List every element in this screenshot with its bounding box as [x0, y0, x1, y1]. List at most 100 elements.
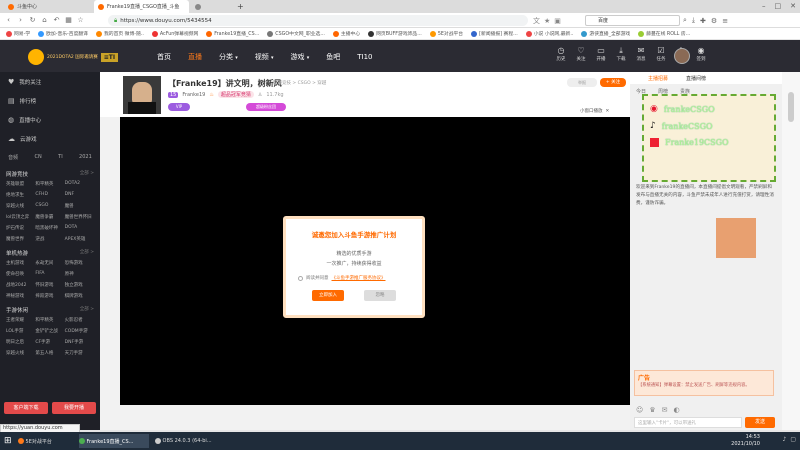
grid-icon[interactable]: ▦ [64, 16, 73, 25]
sidebar-item-follow[interactable]: ♥ 我的关注 [0, 72, 100, 91]
history-icon[interactable]: ◷ 历史 [552, 46, 570, 62]
bookmark-item[interactable]: 小说 小说网,最新.. [525, 30, 573, 37]
address-bar[interactable]: 🔒︎ https://www.douyu.com/5434554 [108, 15, 528, 26]
extension-icon[interactable]: ▣ [554, 17, 561, 25]
sidebar-item-live-center[interactable]: ◍ 直播中心 [0, 110, 100, 129]
sidebar-tag[interactable]: 音频 [8, 154, 18, 161]
sidebar-game-link[interactable]: CF手游 [35, 339, 64, 345]
settings-icon[interactable]: ⚙ [711, 17, 717, 25]
user-avatar[interactable] [674, 48, 690, 64]
download-app-icon[interactable]: ⤓ 下载 [612, 46, 630, 62]
browser-tab[interactable]: 斗鱼中心 [4, 0, 92, 13]
nav-ti10[interactable]: TI10 [357, 53, 372, 61]
fan-club-button[interactable]: 超级粉丝团 [246, 103, 286, 111]
bookmark-item[interactable]: Franke19直播_CS... [206, 30, 259, 37]
sidebar-game-link[interactable]: 魔兽世界 [6, 236, 35, 242]
sidebar-game-link[interactable]: DOTA2 [65, 181, 94, 187]
sidebar-game-link[interactable]: 绝地求生 [6, 192, 35, 198]
sidebar-game-link[interactable]: 明日之后 [6, 339, 35, 345]
sidebar-game-link[interactable]: 王者荣耀 [6, 317, 35, 323]
taskbar-clock[interactable]: 14:53 2021/10/10 [731, 434, 760, 448]
sidebar-game-link[interactable]: 摔跤游戏 [35, 293, 64, 299]
sidebar-game-link[interactable]: 穿越火线 [6, 203, 35, 209]
maximize-icon[interactable]: □ [775, 2, 782, 10]
sidebar-game-link[interactable]: 和平精英 [35, 317, 64, 323]
sidebar-game-link[interactable]: DOTA [65, 225, 94, 231]
back-icon[interactable]: ‹ [4, 16, 13, 25]
sidebar-game-link[interactable]: 魔兽 [65, 203, 94, 209]
sidebar-game-link[interactable]: APEX英雄 [65, 236, 94, 242]
sidebar-game-link[interactable]: 魔兽争霸 [35, 214, 64, 220]
follow-button[interactable]: + 关注 [600, 78, 626, 87]
sidebar-game-link[interactable]: 英雄联盟 [6, 181, 35, 187]
sidebar-game-link[interactable]: 使命召唤 [6, 271, 35, 277]
sidebar-game-link[interactable]: 主机游戏 [6, 260, 35, 266]
sidebar-game-link[interactable]: 恐怖游戏 [65, 260, 94, 266]
nav-yuba[interactable]: 鱼吧 [326, 52, 340, 62]
client-download-button[interactable]: 客户端下载 [4, 402, 48, 414]
sidebar-tag[interactable]: CN [35, 154, 42, 160]
sidebar-game-link[interactable]: 炉石传说 [6, 225, 35, 231]
sidebar-game-link[interactable]: 独立游戏 [65, 282, 94, 288]
ad-banner[interactable]: 广告 【系统通知】弹幕设置：禁止发送广告、刷屏等违规内容。 [634, 370, 774, 396]
nav-video[interactable]: 视频 ▾ [255, 52, 274, 62]
sidebar-game-link[interactable]: LOL手游 [6, 328, 35, 334]
notification-icon[interactable]: ▢ [790, 436, 796, 443]
broadcast-icon[interactable]: ▭ 开播 [592, 46, 610, 62]
chat-input[interactable]: 这里输入"卡片"，可以带送礼 [634, 417, 742, 428]
sidebar-game-link[interactable]: 天刀手游 [65, 350, 94, 356]
home-icon[interactable]: ⌂ [40, 16, 49, 25]
sidebar-game-link[interactable]: 火影忍者 [65, 317, 94, 323]
nav-home[interactable]: 首页 [157, 52, 171, 62]
sidebar-item-rank[interactable]: ▤ 排行榜 [0, 91, 100, 110]
bookmark-item[interactable]: 网易-学 [6, 30, 30, 37]
sidebar-game-link[interactable]: DNF手游 [65, 339, 94, 345]
agree-checkbox[interactable] [298, 275, 303, 281]
nav-games[interactable]: 游戏 ▾ [291, 52, 310, 62]
douyu-logo[interactable]: 2021DOTA2 国际邀请赛 ≡TI [28, 49, 119, 65]
color-icon[interactable]: ◐ [673, 406, 679, 414]
section-more-link[interactable]: 全部 > [80, 170, 94, 178]
sidebar-game-link[interactable]: 暗黑破坏神 [35, 225, 64, 231]
bookmark-item[interactable]: AcFun弹幕视频网 [151, 30, 198, 37]
sidebar-game-link[interactable]: 魔兽世界怀旧 [65, 214, 94, 220]
page-scrollbar[interactable] [782, 72, 800, 430]
sidebar-game-link[interactable]: lol云顶之弈 [6, 214, 35, 220]
close-mini-icon[interactable]: ✕ [606, 109, 610, 114]
sidebar-game-link[interactable]: 永劫无间 [35, 260, 64, 266]
sidebar-game-link[interactable]: CODM手游 [65, 328, 94, 334]
minimize-icon[interactable]: – [762, 2, 766, 10]
sidebar-game-link[interactable]: 棋牌游戏 [65, 293, 94, 299]
browser-tab-active[interactable]: Franke19直播_CSGO直播_斗鱼 [94, 0, 189, 13]
section-more-link[interactable]: 全部 > [80, 306, 94, 314]
stream-category[interactable]: 网游竞技 > CSGO > 穿越 [273, 80, 326, 86]
section-more-link[interactable]: 全部 > [80, 249, 94, 257]
sidebar-game-link[interactable]: CFHD [35, 192, 64, 198]
fan-icon[interactable]: ♛ [649, 406, 655, 414]
sidebar-game-link[interactable]: FIFA [35, 271, 64, 277]
forward-icon[interactable]: › [16, 16, 25, 25]
undo-icon[interactable]: ↶ [52, 16, 61, 25]
sidebar-tag[interactable]: TI [58, 154, 63, 160]
taskbar-item-active[interactable]: Franke19直播_CS... [78, 434, 149, 448]
bookmark-item[interactable]: 主播中心 [332, 30, 360, 37]
sidebar-game-link[interactable]: 穿越火线 [6, 350, 35, 356]
new-tab-button[interactable]: + [233, 0, 248, 13]
bookmark-item[interactable]: 藤蔓在线 ROLL 房... [638, 30, 690, 37]
scroll-thumb[interactable] [788, 92, 794, 122]
message-icon[interactable]: ✉ 消息 [632, 46, 650, 62]
sidebar-game-link[interactable]: DNF [65, 192, 94, 198]
close-icon[interactable]: ✕ [790, 2, 796, 10]
bookmark-item[interactable]: 我的首页 微博-随.. [95, 30, 144, 37]
sidebar-game-link[interactable]: 神秘游戏 [6, 293, 35, 299]
bookmark-item[interactable]: [新闻播报] 赛程... [471, 30, 518, 37]
bookmark-item[interactable]: 游侠直播_全部游戏 [581, 30, 630, 37]
menu-icon[interactable]: ≡ [722, 17, 728, 25]
nav-live[interactable]: 直播 [188, 52, 202, 62]
tab-recruit[interactable]: 主播招募 [648, 75, 668, 82]
taskbar-item[interactable]: 5E对战平台 [17, 434, 73, 448]
sidebar-game-link[interactable]: 金铲铲之战 [35, 328, 64, 334]
sidebar-game-link[interactable]: 和平精英 [35, 181, 64, 187]
search-input[interactable]: 百度 [585, 15, 680, 26]
promo-thumbnail[interactable] [716, 218, 756, 258]
